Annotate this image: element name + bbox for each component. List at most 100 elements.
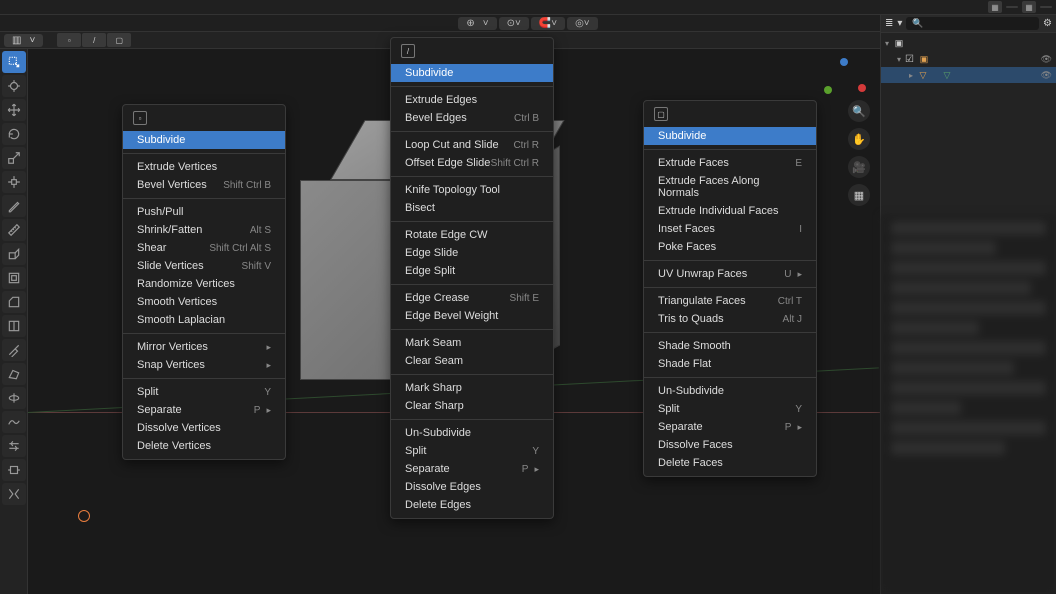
face-menu-uv-unwrap-faces[interactable]: UV Unwrap FacesU▸	[644, 265, 816, 283]
face-menu-shade-flat[interactable]: Shade Flat	[644, 355, 816, 373]
vertex-menu-dissolve-vertices[interactable]: Dissolve Vertices	[123, 419, 285, 437]
edge-menu-rotate-edge-cw[interactable]: Rotate Edge CW	[391, 226, 553, 244]
perspective-toggle-icon[interactable]: ▦	[848, 184, 870, 206]
edge-menu-edge-slide[interactable]: Edge Slide	[391, 244, 553, 262]
annotate-tool[interactable]	[2, 195, 26, 217]
vertex-menu-mirror-vertices[interactable]: Mirror Vertices▸	[123, 338, 285, 356]
outliner-tree[interactable]: ▾ ▣ ▾ ☑ ▣ 👁 ▸ ▽ ▽ 👁	[881, 33, 1056, 85]
vertex-menu-shear[interactable]: ShearShift Ctrl Alt S	[123, 239, 285, 257]
vertex-menu-extrude-vertices[interactable]: Extrude Vertices	[123, 158, 285, 176]
axis-y-ball[interactable]	[824, 86, 832, 94]
edge-menu-offset-edge-slide[interactable]: Offset Edge SlideShift Ctrl R	[391, 154, 553, 172]
edge-select-mode[interactable]: /	[82, 33, 106, 47]
face-select-mode[interactable]: ▢	[107, 33, 131, 47]
scale-tool[interactable]	[2, 147, 26, 169]
nav-gizmo[interactable]	[820, 56, 868, 104]
vertex-select-mode[interactable]: ▫	[57, 33, 81, 47]
vertex-menu-delete-vertices[interactable]: Delete Vertices	[123, 437, 285, 455]
poly-build-tool[interactable]	[2, 363, 26, 385]
orientation-dropdown[interactable]: ⊕ ˅	[458, 17, 496, 30]
edge-menu-edge-crease[interactable]: Edge CreaseShift E	[391, 289, 553, 307]
loop-cut-tool[interactable]	[2, 315, 26, 337]
rotate-tool[interactable]	[2, 123, 26, 145]
edge-menu-edge-bevel-weight[interactable]: Edge Bevel Weight	[391, 307, 553, 325]
face-menu-dissolve-faces[interactable]: Dissolve Faces	[644, 436, 816, 454]
bevel-tool[interactable]	[2, 291, 26, 313]
outliner-collection[interactable]: ▾ ☑ ▣ 👁	[881, 51, 1056, 67]
edge-menu-delete-edges[interactable]: Delete Edges	[391, 496, 553, 514]
vertex-menu-slide-vertices[interactable]: Slide VerticesShift V	[123, 257, 285, 275]
pivot-dropdown[interactable]: ⊙˅	[499, 17, 529, 30]
zoom-icon[interactable]: 🔍	[848, 100, 870, 122]
vertex-menu-shrink-fatten[interactable]: Shrink/FattenAlt S	[123, 221, 285, 239]
edge-menu-extrude-edges[interactable]: Extrude Edges	[391, 91, 553, 109]
scene-name[interactable]	[1006, 6, 1018, 8]
extrude-region-tool[interactable]	[2, 243, 26, 265]
face-menu-subdivide[interactable]: Subdivide	[644, 127, 816, 145]
axis-z-ball[interactable]	[840, 58, 848, 66]
edge-menu-mark-seam[interactable]: Mark Seam	[391, 334, 553, 352]
face-menu-poke-faces[interactable]: Poke Faces	[644, 238, 816, 256]
edge-menu-subdivide[interactable]: Subdivide	[391, 64, 553, 82]
vertex-menu-split[interactable]: SplitY	[123, 383, 285, 401]
face-menu-separate[interactable]: SeparateP▸	[644, 418, 816, 436]
visibility-icon[interactable]: 👁	[1041, 70, 1052, 81]
face-menu-split[interactable]: SplitY	[644, 400, 816, 418]
axis-x-ball[interactable]	[858, 84, 866, 92]
face-menu-un-subdivide[interactable]: Un-Subdivide	[644, 382, 816, 400]
vertex-menu-subdivide[interactable]: Subdivide	[123, 131, 285, 149]
vertex-context-menu[interactable]: ▫ SubdivideExtrude VerticesBevel Vertice…	[122, 104, 286, 460]
face-menu-extrude-faces[interactable]: Extrude FacesE	[644, 154, 816, 172]
face-menu-extrude-individual-faces[interactable]: Extrude Individual Faces	[644, 202, 816, 220]
face-menu-delete-faces[interactable]: Delete Faces	[644, 454, 816, 472]
disclosure-icon[interactable]: ▾	[885, 39, 889, 48]
face-context-menu[interactable]: ▢ SubdivideExtrude FacesEExtrude Faces A…	[643, 100, 817, 477]
camera-view-icon[interactable]: 🎥	[848, 156, 870, 178]
edge-menu-split[interactable]: SplitY	[391, 442, 553, 460]
snap-dropdown[interactable]: 🧲˅	[531, 17, 565, 30]
edge-menu-bevel-edges[interactable]: Bevel EdgesCtrl B	[391, 109, 553, 127]
proportional-dropdown[interactable]: ◎˅	[567, 17, 598, 30]
vertex-menu-separate[interactable]: SeparateP▸	[123, 401, 285, 419]
edge-menu-mark-sharp[interactable]: Mark Sharp	[391, 379, 553, 397]
vertex-menu-smooth-laplacian[interactable]: Smooth Laplacian	[123, 311, 285, 329]
edge-menu-bisect[interactable]: Bisect	[391, 199, 553, 217]
shrink-fatten-tool[interactable]	[2, 459, 26, 481]
mode-dropdown[interactable]: ▥ ˅	[4, 34, 43, 47]
layer-browse-icon[interactable]: ▦	[1022, 1, 1036, 13]
visibility-icon[interactable]: 👁	[1041, 54, 1052, 65]
edge-context-menu[interactable]: / SubdivideExtrude EdgesBevel EdgesCtrl …	[390, 37, 554, 519]
face-menu-shade-smooth[interactable]: Shade Smooth	[644, 337, 816, 355]
face-menu-extrude-faces-along-normals[interactable]: Extrude Faces Along Normals	[644, 172, 816, 202]
pan-icon[interactable]: ✋	[848, 128, 870, 150]
vertex-menu-push-pull[interactable]: Push/Pull	[123, 203, 285, 221]
select-box-tool[interactable]	[2, 51, 26, 73]
scene-browse-icon[interactable]: ▦	[988, 1, 1002, 13]
edge-menu-clear-seam[interactable]: Clear Seam	[391, 352, 553, 370]
outliner-object-cube[interactable]: ▸ ▽ ▽ 👁	[881, 67, 1056, 83]
outliner-scene-collection[interactable]: ▾ ▣	[881, 35, 1056, 51]
edge-menu-separate[interactable]: SeparateP▸	[391, 460, 553, 478]
transform-tool[interactable]	[2, 171, 26, 193]
3d-cursor[interactable]	[78, 510, 90, 522]
edge-slide-tool[interactable]	[2, 435, 26, 457]
vertex-menu-smooth-vertices[interactable]: Smooth Vertices	[123, 293, 285, 311]
smooth-tool[interactable]	[2, 411, 26, 433]
filter-icon[interactable]: ⚙	[1043, 18, 1052, 29]
inset-faces-tool[interactable]	[2, 267, 26, 289]
viewlayer-name[interactable]	[1040, 6, 1052, 8]
disclosure-icon[interactable]: ▸	[909, 71, 913, 80]
vertex-menu-randomize-vertices[interactable]: Randomize Vertices	[123, 275, 285, 293]
face-menu-triangulate-faces[interactable]: Triangulate FacesCtrl T	[644, 292, 816, 310]
cursor-tool[interactable]	[2, 75, 26, 97]
outliner-mode-icon[interactable]: ▾	[897, 18, 902, 29]
vertex-menu-snap-vertices[interactable]: Snap Vertices▸	[123, 356, 285, 374]
knife-tool[interactable]	[2, 339, 26, 361]
face-menu-inset-faces[interactable]: Inset FacesI	[644, 220, 816, 238]
measure-tool[interactable]	[2, 219, 26, 241]
vertex-menu-bevel-vertices[interactable]: Bevel VerticesShift Ctrl B	[123, 176, 285, 194]
edge-menu-dissolve-edges[interactable]: Dissolve Edges	[391, 478, 553, 496]
outliner-search[interactable]: 🔍	[906, 17, 1039, 30]
edge-menu-clear-sharp[interactable]: Clear Sharp	[391, 397, 553, 415]
edge-menu-knife-topology-tool[interactable]: Knife Topology Tool	[391, 181, 553, 199]
